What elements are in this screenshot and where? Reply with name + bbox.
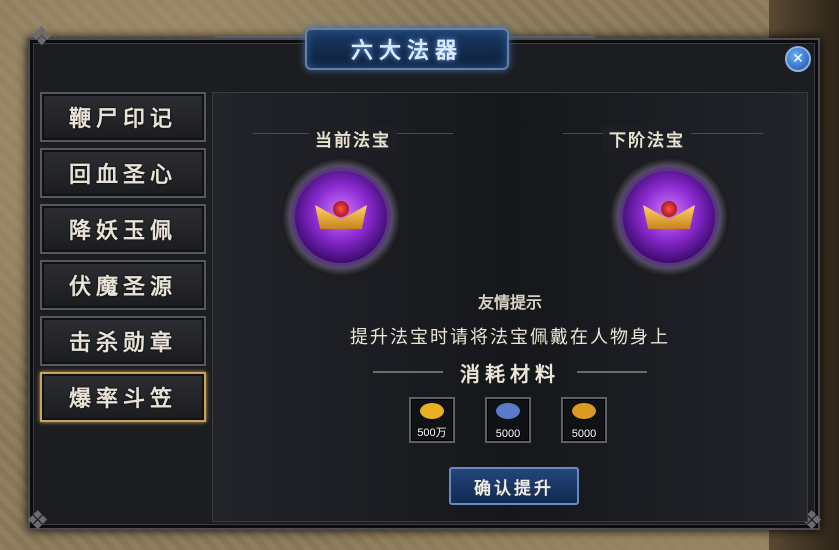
artifact-tab-label: 击杀勋章 (68, 330, 177, 356)
divider (577, 371, 647, 373)
next-artifact-label: 下阶法宝 (603, 126, 691, 151)
artifact-tab-label: 伏魔圣源 (68, 274, 177, 300)
artifact-tab-2[interactable]: 回血圣心 (40, 148, 206, 198)
window-title: 六大法器 (350, 38, 463, 64)
dragon-ornament-left-icon: ❖ (30, 22, 54, 52)
upgrade-area: 当前法宝 下阶法宝 友情提示 提升法宝时请将法宝佩戴在人物身上 消耗材料 500… (212, 92, 808, 522)
artifact-list: 鞭尸印记 回血圣心 降妖玉佩 伏魔圣源 击杀勋章 爆率斗笠 (40, 92, 208, 428)
gold-medal-icon (572, 403, 596, 419)
current-artifact-orb (295, 171, 387, 263)
window-title-plate: 六大法器 (305, 28, 509, 70)
artifact-tab-label: 回血圣心 (68, 162, 177, 188)
artifact-tab-6[interactable]: 爆率斗笠 (40, 372, 206, 422)
artifact-tab-3[interactable]: 降妖玉佩 (40, 204, 206, 254)
current-artifact-label: 当前法宝 (309, 126, 397, 151)
current-artifact-slot[interactable] (281, 157, 401, 277)
dragon-ornament-bottom-left-icon: ❖ (26, 506, 50, 536)
next-artifact-slot[interactable] (609, 157, 729, 277)
title-wing-left (215, 36, 305, 58)
gold-coins-icon (420, 403, 444, 419)
artifact-tab-label: 鞭尸印记 (68, 106, 177, 132)
blue-ore-icon (496, 403, 520, 419)
material-count: 5000 (571, 428, 597, 440)
confirm-upgrade-button[interactable]: 确认提升 (449, 467, 579, 505)
artifact-tab-1[interactable]: 鞭尸印记 (40, 92, 206, 142)
artifact-tab-5[interactable]: 击杀勋章 (40, 316, 206, 366)
artifact-tab-label: 降妖玉佩 (68, 218, 177, 244)
materials-title: 消耗材料 (460, 362, 560, 386)
material-slot-2[interactable]: 5000 (485, 397, 531, 443)
material-count: 5000 (495, 428, 521, 440)
artifact-tab-label: 爆率斗笠 (68, 386, 177, 412)
material-count: 500万 (417, 427, 447, 439)
tip-title: 友情提示 (477, 293, 542, 312)
close-icon: ✕ (792, 51, 804, 67)
artifact-tab-4[interactable]: 伏魔圣源 (40, 260, 206, 310)
close-button[interactable]: ✕ (785, 46, 811, 72)
title-wing-right (505, 36, 595, 58)
material-slot-1[interactable]: 500万 (409, 397, 455, 443)
tip-text: 提升法宝时请将法宝佩戴在人物身上 (350, 327, 670, 348)
ruby-gem-icon (333, 201, 349, 217)
material-slot-3[interactable]: 5000 (561, 397, 607, 443)
next-artifact-orb (623, 171, 715, 263)
ruby-gem-icon (661, 201, 677, 217)
